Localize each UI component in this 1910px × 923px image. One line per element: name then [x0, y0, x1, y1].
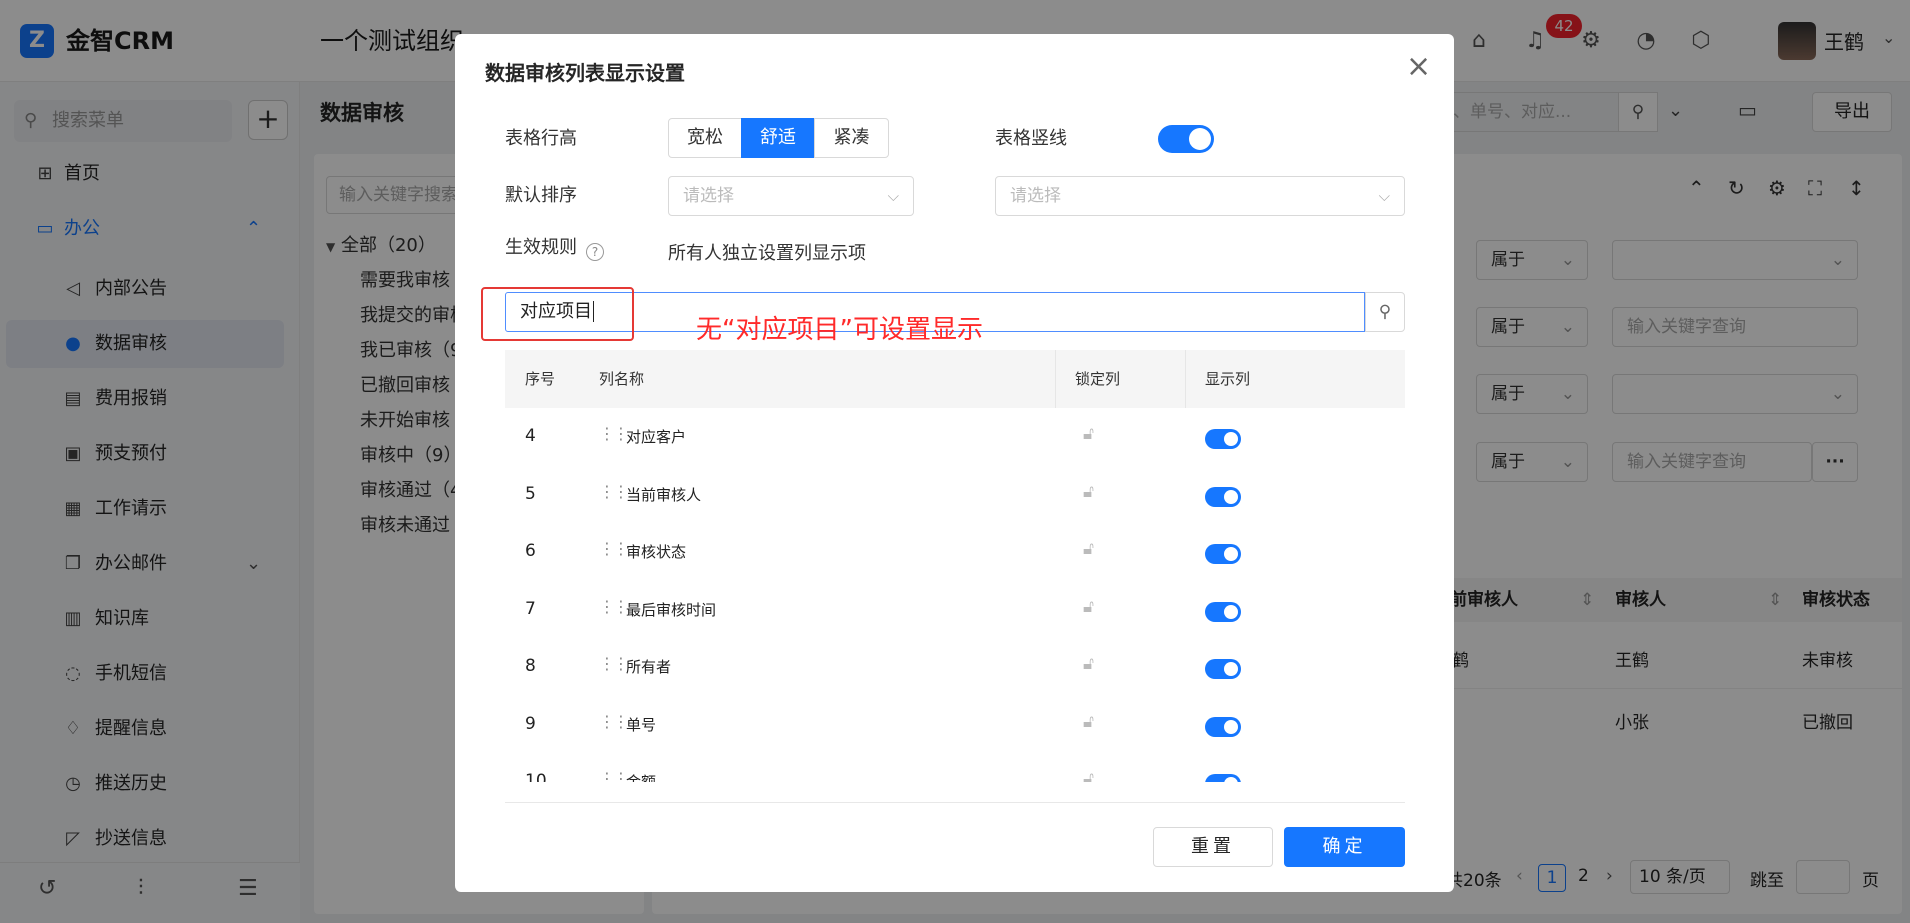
confirm-button[interactable]: 确定 — [1284, 827, 1405, 867]
row-index: 6 — [525, 541, 536, 561]
unlock-icon[interactable]: 🔓︎ — [1083, 712, 1094, 732]
row-height-label: 表格行高 — [505, 128, 577, 149]
show-column-toggle[interactable] — [1205, 716, 1241, 737]
select-placeholder: 请选择 — [683, 186, 734, 206]
unlock-icon[interactable]: 🔓︎ — [1083, 597, 1094, 617]
show-column-toggle[interactable] — [1205, 774, 1241, 782]
select-placeholder: 请选择 — [1010, 186, 1061, 206]
drag-handle-icon[interactable]: ⋮⋮ — [599, 482, 629, 501]
header-divider — [1185, 350, 1186, 408]
row-index: 9 — [525, 713, 536, 734]
sort-field-select[interactable]: 请选择 ⌵ — [668, 176, 914, 216]
show-column-toggle[interactable] — [1205, 544, 1241, 564]
header-show: 显示列 — [1205, 370, 1251, 388]
row-index: 10 — [525, 771, 547, 782]
drag-handle-icon[interactable]: ⋮⋮ — [599, 424, 629, 443]
list-item[interactable]: 9 ⋮⋮ 单号 🔓︎ — [505, 696, 1405, 754]
vertical-lines-toggle[interactable] — [1158, 125, 1214, 153]
show-column-toggle[interactable] — [1205, 486, 1241, 507]
modal-footer-divider — [505, 802, 1405, 803]
show-column-toggle[interactable] — [1205, 429, 1241, 449]
row-column-name: 对应客户 — [626, 428, 687, 446]
unlock-icon[interactable]: 🔓︎ — [1083, 424, 1094, 444]
help-icon[interactable]: ? — [586, 243, 604, 261]
vertical-lines-label: 表格竖线 — [995, 128, 1067, 149]
row-index: 8 — [525, 656, 536, 676]
sort-order-select[interactable]: 请选择 ⌵ — [995, 176, 1405, 216]
modal-title: 数据审核列表显示设置 — [485, 61, 685, 85]
row-height-loose[interactable]: 宽松 — [668, 118, 742, 158]
close-icon[interactable]: × — [1406, 52, 1431, 82]
drag-handle-icon[interactable]: ⋮⋮ — [599, 654, 629, 673]
unlock-icon[interactable]: 🔓︎ — [1083, 482, 1094, 502]
annotation-highlight-box — [481, 287, 634, 341]
list-item[interactable]: 7 ⋮⋮ 最后审核时间 🔓︎ — [505, 581, 1405, 639]
row-index: 7 — [525, 598, 536, 619]
list-item[interactable]: 5 ⋮⋮ 当前审核人 🔓︎ — [505, 466, 1405, 524]
list-item[interactable]: 4 ⋮⋮ 对应客户 🔓︎ — [505, 408, 1405, 466]
chevron-down-icon: ⌵ — [887, 187, 899, 205]
unlock-icon[interactable]: 🔓︎ — [1083, 654, 1094, 674]
rule-value: 所有人独立设置列显示项 — [668, 243, 866, 264]
search-icon[interactable]: ⚲ — [1365, 292, 1405, 332]
drag-handle-icon[interactable]: ⋮⋮ — [599, 712, 629, 731]
drag-handle-icon[interactable]: ⋮⋮ — [599, 597, 629, 616]
header-index: 序号 — [525, 370, 556, 388]
show-column-toggle[interactable] — [1205, 659, 1241, 679]
row-column-name: 所有者 — [626, 658, 672, 676]
row-height-compact[interactable]: 紧凑 — [814, 118, 889, 158]
column-list: 4 ⋮⋮ 对应客户 🔓︎ 5 ⋮⋮ 当前审核人 🔓︎ 6 ⋮⋮ 审核状态 🔓︎ 7 ⋮⋮ 最后审核时间… — [505, 408, 1405, 782]
row-index: 4 — [525, 426, 536, 446]
header-column-name: 列名称 — [599, 370, 645, 388]
chevron-down-icon: ⌵ — [1378, 187, 1390, 205]
unlock-icon[interactable]: 🔓︎ — [1083, 769, 1094, 782]
row-column-name: 审核状态 — [626, 543, 687, 561]
row-index: 5 — [525, 483, 536, 504]
header-lock: 锁定列 — [1075, 370, 1121, 388]
rule-label: 生效规则 — [505, 237, 577, 258]
list-item[interactable]: 8 ⋮⋮ 所有者 🔓︎ — [505, 638, 1405, 696]
reset-button[interactable]: 重置 — [1153, 827, 1273, 867]
row-height-comfortable[interactable]: 舒适 — [741, 118, 815, 158]
unlock-icon[interactable]: 🔓︎ — [1083, 539, 1094, 559]
drag-handle-icon[interactable]: ⋮⋮ — [599, 769, 629, 782]
default-sort-label: 默认排序 — [505, 185, 577, 206]
header-divider — [1055, 350, 1056, 408]
drag-handle-icon[interactable]: ⋮⋮ — [599, 539, 629, 558]
row-column-name: 最后审核时间 — [626, 600, 717, 619]
show-column-toggle[interactable] — [1205, 601, 1241, 622]
list-item[interactable]: 10 ⋮⋮ 金额 🔓︎ — [505, 753, 1405, 782]
row-column-name: 当前审核人 — [626, 485, 702, 504]
row-column-name: 单号 — [626, 715, 657, 734]
annotation-text: 无“对应项目”可设置显示 — [696, 315, 983, 345]
row-column-name: 金额 — [626, 773, 657, 782]
list-item[interactable]: 6 ⋮⋮ 审核状态 🔓︎ — [505, 523, 1405, 581]
